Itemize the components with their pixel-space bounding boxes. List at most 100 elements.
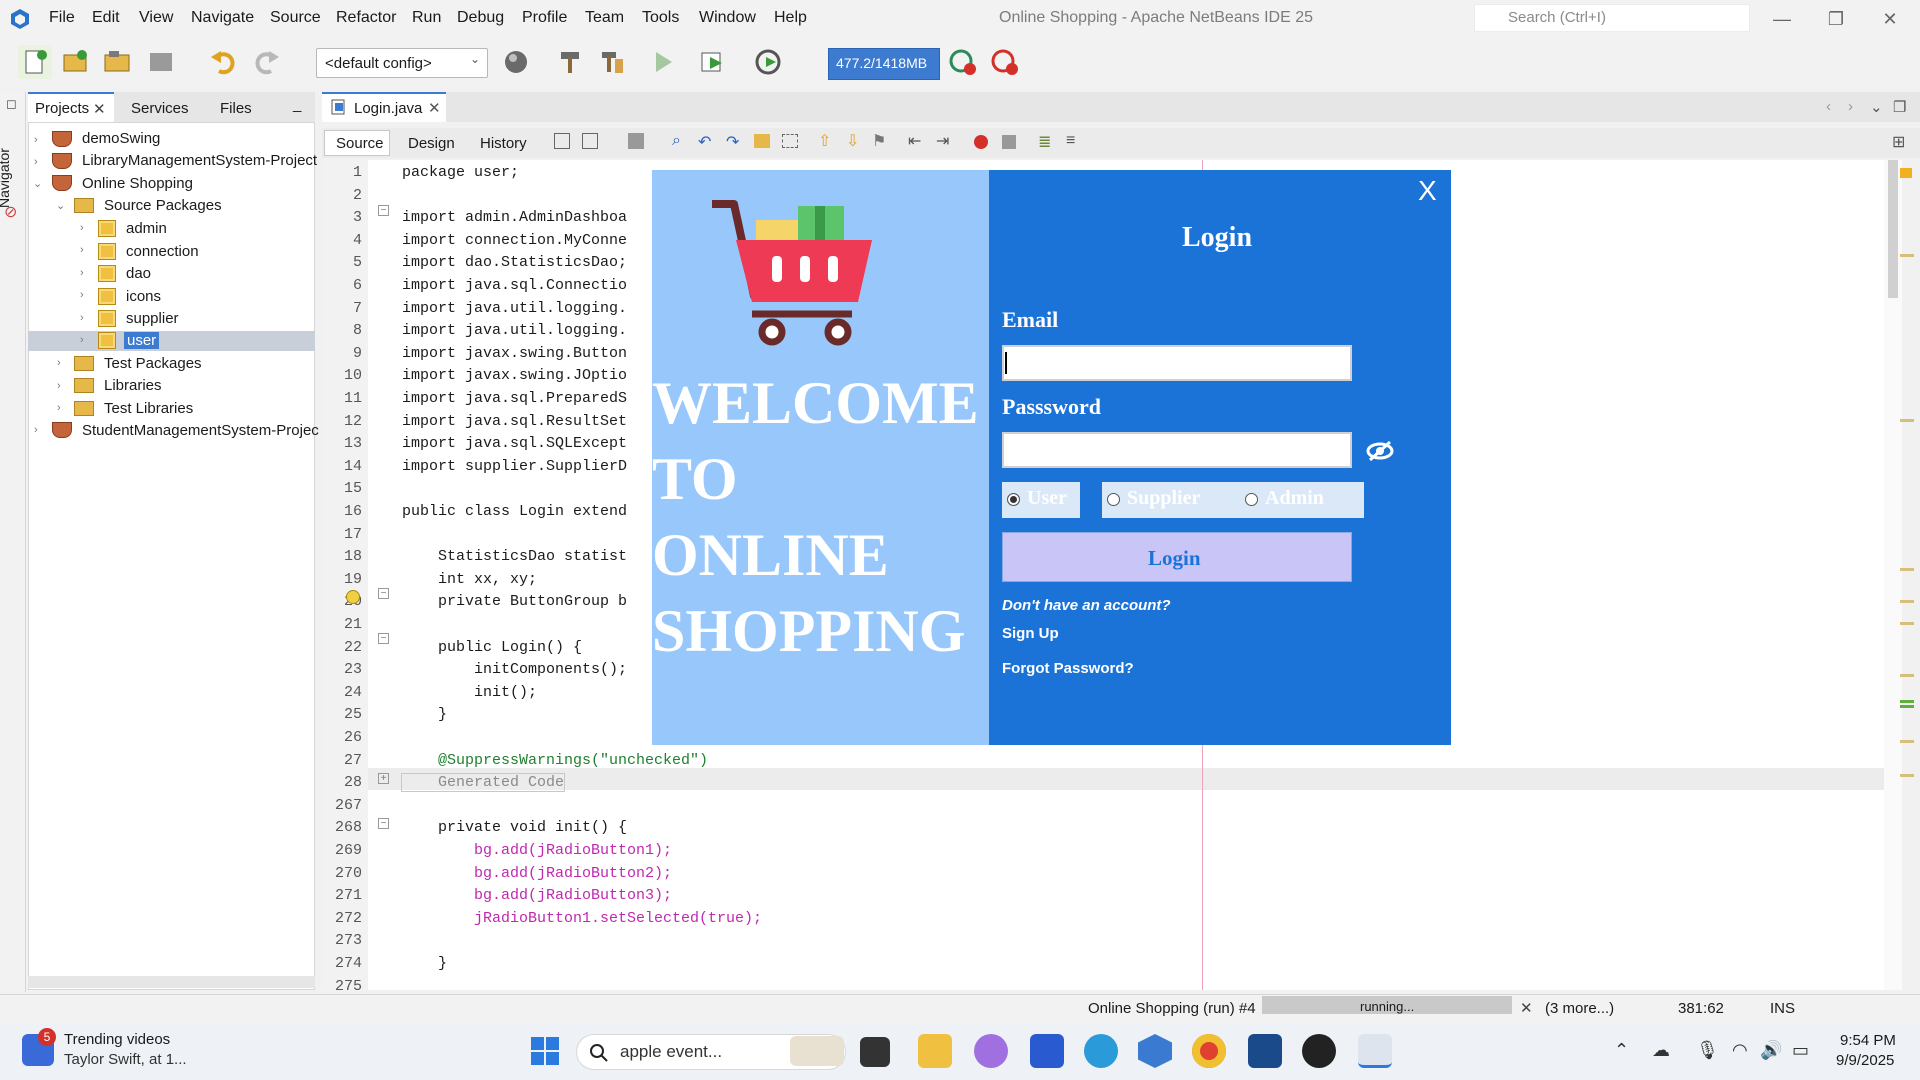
microphone-icon[interactable]: 🎙	[1696, 1040, 1719, 1061]
expand-arrow-icon[interactable]: ›	[80, 334, 84, 346]
close-icon[interactable]: ✕	[428, 99, 441, 117]
clean-build-icon[interactable]	[596, 45, 630, 79]
build-hammer-icon[interactable]	[553, 45, 587, 79]
expand-arrow-icon[interactable]: ›	[34, 134, 38, 146]
minimize-button[interactable]: —	[1762, 4, 1802, 34]
menu-profile[interactable]: Profile	[522, 9, 567, 27]
split-editor-icon[interactable]: ⊞	[1892, 132, 1905, 152]
cancel-task-icon[interactable]: ✕	[1520, 999, 1533, 1017]
file-explorer-icon[interactable]	[918, 1034, 952, 1068]
new-project-icon[interactable]	[58, 45, 92, 79]
store-icon[interactable]	[1030, 1034, 1064, 1068]
clock-time[interactable]: 9:54 PM	[1840, 1032, 1896, 1049]
expand-arrow-icon[interactable]: ›	[34, 424, 38, 436]
gc-icon[interactable]	[946, 45, 980, 79]
tree-node-online-shopping[interactable]: Online Shopping	[82, 175, 193, 192]
menu-team[interactable]: Team	[585, 9, 624, 27]
close-project-icon[interactable]	[144, 45, 178, 79]
chrome-icon[interactable]	[1192, 1034, 1226, 1068]
edge-icon[interactable]	[1084, 1034, 1118, 1068]
new-file-icon[interactable]	[18, 45, 52, 79]
tree-node-student-project[interactable]: StudentManagementSystem-Projec	[82, 422, 319, 439]
java-app-icon[interactable]	[1358, 1034, 1392, 1068]
toggle-bookmark-icon[interactable]: ⚑	[872, 131, 886, 151]
tree-node-test-libraries[interactable]: Test Libraries	[104, 400, 193, 417]
password-field[interactable]	[1002, 432, 1352, 468]
profiler-snapshot-icon[interactable]	[988, 45, 1022, 79]
maximize-button[interactable]: ❐	[1816, 4, 1856, 34]
expand-arrow-icon[interactable]: ›	[80, 222, 84, 234]
clock-date[interactable]: 9/9/2025	[1836, 1052, 1894, 1069]
menu-source[interactable]: Source	[270, 9, 321, 27]
menu-navigate[interactable]: Navigate	[191, 9, 254, 27]
task-view-icon[interactable]	[860, 1037, 890, 1067]
expand-arrow-icon[interactable]: ›	[80, 267, 84, 279]
widget-subtitle[interactable]: Taylor Swift, at 1...	[64, 1051, 187, 1068]
collapse-arrow-icon[interactable]: ⌄	[33, 177, 42, 190]
close-window-button[interactable]: ✕	[1870, 4, 1910, 34]
restore-icon[interactable]: ◻	[6, 96, 17, 112]
tab-files[interactable]: Files	[220, 100, 252, 117]
expand-arrow-icon[interactable]: ›	[34, 156, 38, 168]
status-run-text[interactable]: Online Shopping (run) #4	[1088, 1000, 1256, 1017]
tree-node-test-packages[interactable]: Test Packages	[104, 355, 202, 372]
tree-node-dao[interactable]: dao	[126, 265, 151, 282]
expand-arrow-icon[interactable]: ›	[57, 380, 61, 392]
search-highlight-icon[interactable]	[790, 1036, 844, 1066]
sign-up-link[interactable]: Sign Up	[1002, 625, 1059, 642]
expand-arrow-icon[interactable]: ›	[57, 357, 61, 369]
close-icon[interactable]: ✕	[93, 100, 106, 118]
minimize-panel-icon[interactable]: _	[293, 96, 301, 113]
fold-icon[interactable]: −	[378, 588, 389, 599]
start-windows-icon[interactable]	[528, 1034, 562, 1068]
tab-history[interactable]: History	[480, 135, 527, 152]
open-project-icon[interactable]	[100, 45, 134, 79]
tree-node-user[interactable]: user	[124, 332, 160, 349]
tree-node-source-packages[interactable]: Source Packages	[104, 197, 222, 214]
menu-view[interactable]: View	[139, 9, 173, 27]
fold-icon[interactable]: −	[378, 205, 389, 216]
debug-icon[interactable]	[696, 45, 730, 79]
forgot-password-link[interactable]: Forgot Password?	[1002, 660, 1134, 677]
expand-arrow-icon[interactable]: ›	[80, 289, 84, 301]
onedrive-icon[interactable]: ☁	[1652, 1040, 1670, 1061]
menu-refactor[interactable]: Refactor	[336, 9, 396, 27]
tree-node-demoswing[interactable]: demoSwing	[82, 130, 160, 147]
forward-icon[interactable]	[628, 133, 644, 149]
prev-bookmark-icon[interactable]: ⇧	[818, 131, 831, 151]
battery-icon[interactable]: ▭	[1792, 1040, 1809, 1061]
tab-services[interactable]: Services	[131, 100, 189, 117]
obs-icon[interactable]	[1302, 1034, 1336, 1068]
tree-node-libraries[interactable]: Libraries	[104, 377, 162, 394]
menu-run[interactable]: Run	[412, 9, 441, 27]
comment-icon[interactable]: ≣	[1038, 132, 1051, 152]
collapse-arrow-icon[interactable]: ⌄	[56, 199, 65, 212]
wifi-icon[interactable]: ◠	[1732, 1040, 1748, 1061]
email-field[interactable]	[1002, 345, 1352, 381]
globe-icon[interactable]	[500, 45, 534, 79]
scrollbar-thumb[interactable]	[1888, 160, 1898, 298]
toggle-rect-select-icon[interactable]	[782, 134, 798, 148]
expand-arrow-icon[interactable]: ›	[80, 244, 84, 256]
back-icon[interactable]	[582, 133, 598, 149]
menu-file[interactable]: File	[49, 9, 75, 27]
copilot-icon[interactable]	[974, 1034, 1008, 1068]
widget-title[interactable]: Trending videos	[64, 1031, 170, 1048]
hint-bulb-icon[interactable]	[346, 590, 360, 604]
fold-icon[interactable]: −	[378, 633, 389, 644]
tree-node-icons[interactable]: icons	[126, 288, 161, 305]
menu-help[interactable]: Help	[774, 9, 807, 27]
menu-tools[interactable]: Tools	[642, 9, 679, 27]
expand-fold-icon[interactable]: +	[378, 773, 389, 784]
uncomment-icon[interactable]: ≡	[1066, 132, 1075, 150]
volume-icon[interactable]: 🔊	[1760, 1040, 1782, 1061]
tab-list-icon[interactable]: ⌄	[1870, 98, 1883, 116]
menu-debug[interactable]: Debug	[457, 9, 504, 27]
expand-arrow-icon[interactable]: ›	[80, 312, 84, 324]
find-icon[interactable]: ⌕	[672, 132, 681, 150]
radio-supplier-label[interactable]: Supplier	[1127, 487, 1200, 510]
find-next-icon[interactable]: ↷	[726, 132, 739, 152]
tab-design[interactable]: Design	[408, 135, 455, 152]
tree-node-supplier[interactable]: supplier	[126, 310, 179, 327]
find-previous-icon[interactable]: ↶	[698, 132, 711, 152]
